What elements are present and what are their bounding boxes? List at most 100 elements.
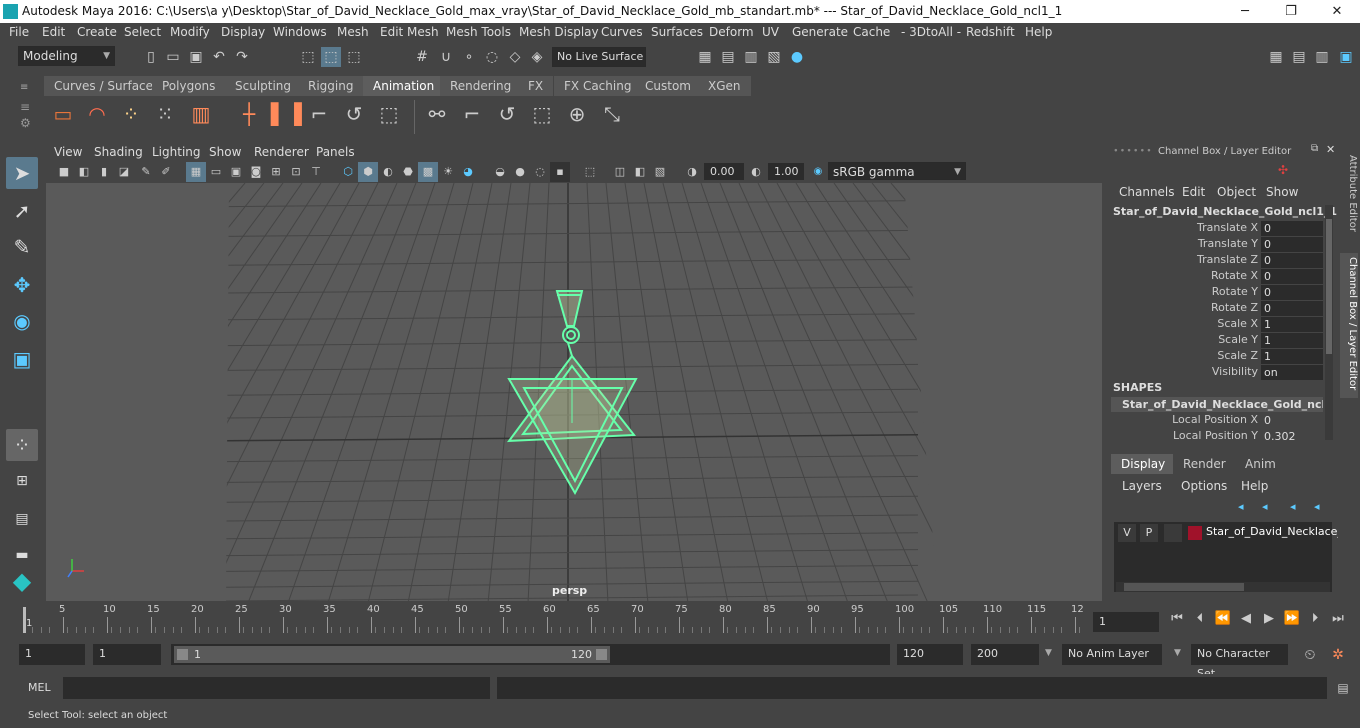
scrollbar-thumb[interactable] — [1326, 219, 1332, 354]
exposure-field[interactable]: 0.00 — [704, 163, 744, 180]
channel-row[interactable]: Scale Z1 — [1108, 349, 1338, 365]
toggle-tool-settings-icon[interactable]: ▥ — [1312, 47, 1332, 67]
go-to-end-icon[interactable]: ⏭ — [1328, 609, 1348, 629]
menu-cache[interactable]: Cache — [853, 25, 890, 39]
tab-curves-surfaces[interactable]: Curves / Surfaces — [44, 76, 170, 96]
close-panel-icon[interactable]: ✕ — [1326, 143, 1335, 156]
play-backwards-icon[interactable]: ◀ — [1236, 609, 1256, 629]
channel-value[interactable]: on — [1261, 365, 1323, 380]
move-tool-icon[interactable]: ✥ — [6, 269, 38, 301]
channel-row[interactable]: Scale Y1 — [1108, 333, 1338, 349]
channel-value[interactable]: 1 — [1261, 349, 1323, 364]
channel-value[interactable]: 0 — [1261, 413, 1323, 428]
tab-anim[interactable]: Anim — [1235, 454, 1286, 474]
step-forward-key-icon[interactable]: ⏩ — [1282, 609, 1302, 629]
lights-icon[interactable]: ☀ — [438, 162, 458, 182]
cb-menu-object[interactable]: Object — [1217, 185, 1256, 199]
isolate-select-icon[interactable]: ⬚ — [580, 162, 600, 182]
playback-start-field[interactable]: 1 — [93, 644, 161, 665]
channel-row[interactable]: Rotate Y0 — [1108, 285, 1338, 301]
single-view-icon[interactable]: ⁘ — [6, 429, 38, 461]
toggle-attribute-editor-icon[interactable]: ▤ — [1289, 47, 1309, 67]
toggle-channel-box-icon[interactable]: ▣ — [1336, 47, 1356, 67]
channel-row[interactable]: Rotate Z0 — [1108, 301, 1338, 317]
channel-value[interactable]: 0 — [1261, 269, 1323, 284]
layer-row[interactable]: V P Star_of_David_Necklace_ — [1118, 524, 1343, 542]
snap-curve-icon[interactable]: ∪ — [436, 47, 456, 67]
anim-layer-dropdown[interactable]: No Anim Layer — [1062, 644, 1162, 665]
paint-select-icon[interactable]: ✎ — [6, 231, 38, 263]
new-scene-icon[interactable]: ▯ — [141, 47, 161, 67]
camera-icon[interactable]: ■ — [54, 162, 74, 182]
colorspace-dropdown[interactable]: sRGB gamma ▼ — [828, 162, 966, 180]
cb-menu-channels[interactable]: Channels — [1119, 185, 1175, 199]
step-back-frame-icon[interactable]: ⏴ — [1190, 609, 1210, 629]
render-frame-icon[interactable]: ▦ — [695, 47, 715, 67]
move-layer-down-icon[interactable]: ◂ — [1314, 500, 1320, 513]
scrollbar-thumb[interactable] — [1124, 583, 1244, 591]
anti-aliasing-icon[interactable]: ◌ — [530, 162, 550, 182]
vp-menu-lighting[interactable]: Lighting — [152, 145, 201, 159]
menu-display[interactable]: Display — [221, 25, 265, 39]
channel-value[interactable]: 0 — [1261, 237, 1323, 252]
select-object-icon[interactable]: ⬚ — [321, 47, 341, 67]
field-chart-icon[interactable]: ⊞ — [266, 162, 286, 182]
maya-home-icon[interactable]: ◆ — [6, 565, 38, 597]
channel-row[interactable]: Scale X1 — [1108, 317, 1338, 333]
select-component-icon[interactable]: ⬚ — [344, 47, 364, 67]
motion-blur-icon[interactable]: ● — [510, 162, 530, 182]
color-management-icon[interactable]: ◉ — [808, 162, 828, 182]
channel-value[interactable]: 0 — [1261, 253, 1323, 268]
select-hierarchy-icon[interactable]: ⬚ — [298, 47, 318, 67]
vp-menu-shading[interactable]: Shading — [94, 145, 143, 159]
menu-deform[interactable]: Deform — [709, 25, 754, 39]
snap-surface-icon[interactable]: ◇ — [505, 47, 525, 67]
cb-menu-edit[interactable]: Edit — [1182, 185, 1205, 199]
pole-vector-icon[interactable]: ⤡ — [599, 104, 625, 130]
vp-menu-renderer[interactable]: Renderer — [254, 145, 309, 159]
workspace-icon[interactable]: ▦ — [1266, 47, 1286, 67]
menu-mesh-display[interactable]: Mesh Display — [519, 25, 599, 39]
playblast-icon[interactable]: ▭ — [50, 104, 76, 130]
scale-constraint-icon[interactable]: ⬚ — [529, 104, 555, 130]
point-constraint-icon[interactable]: ⌐ — [459, 104, 485, 130]
tab-display[interactable]: Display — [1111, 454, 1176, 474]
layer-display-type[interactable] — [1164, 524, 1182, 542]
live-surface-field[interactable]: No Live Surface — [552, 47, 646, 67]
lasso-tool-icon[interactable]: ➚ — [6, 195, 38, 227]
channel-row[interactable]: Translate Z0 — [1108, 253, 1338, 269]
image-plane-icon[interactable]: ◪ — [114, 162, 134, 182]
channel-row[interactable]: Translate Y0 — [1108, 237, 1338, 253]
command-input[interactable] — [63, 677, 490, 699]
tab-xgen[interactable]: XGen — [698, 76, 751, 96]
smooth-shade-icon[interactable]: ⬢ — [358, 162, 378, 182]
wireframe-icon[interactable]: ⬡ — [338, 162, 358, 182]
depth-of-field-icon[interactable]: ▪ — [550, 162, 570, 182]
camera-attr-icon[interactable]: ◧ — [74, 162, 94, 182]
rotate-tool-icon[interactable]: ◉ — [6, 305, 38, 337]
tab-sculpting[interactable]: Sculpting — [225, 76, 302, 96]
layer-color-swatch[interactable] — [1188, 526, 1202, 540]
menu-help[interactable]: Help — [1025, 25, 1052, 39]
tab-render[interactable]: Render — [1173, 454, 1236, 474]
menu-generate[interactable]: Generate — [792, 25, 848, 39]
gamma-icon[interactable]: ◐ — [746, 162, 766, 182]
ghost-icon[interactable]: ↺ — [341, 104, 367, 130]
film-gate-icon[interactable]: ▭ — [206, 162, 226, 182]
menu-edit-mesh[interactable]: Edit Mesh — [380, 25, 439, 39]
animation-preferences-icon[interactable]: ✲ — [1328, 645, 1348, 665]
chevron-down-icon[interactable]: ▼ — [1174, 648, 1181, 658]
new-layer-icon[interactable]: ◂ — [1238, 500, 1244, 513]
safe-action-icon[interactable]: ⊡ — [286, 162, 306, 182]
channel-value[interactable]: 0 — [1261, 285, 1323, 300]
dope-sheet-icon[interactable]: ⁙ — [152, 104, 178, 130]
layer-playback-toggle[interactable]: P — [1140, 524, 1158, 542]
bookmark-icon[interactable]: ▮ — [94, 162, 114, 182]
current-frame-field[interactable]: 1 — [1093, 612, 1159, 632]
set-key-icon[interactable]: ┼ — [236, 104, 262, 130]
animation-start-field[interactable]: 1 — [19, 644, 85, 665]
gamma-field[interactable]: 1.00 — [768, 163, 804, 180]
script-editor-icon[interactable]: ▤ — [1333, 678, 1353, 698]
move-layer-up-icon[interactable]: ◂ — [1290, 500, 1296, 513]
range-slider-handle[interactable]: 1 120 — [174, 646, 610, 663]
